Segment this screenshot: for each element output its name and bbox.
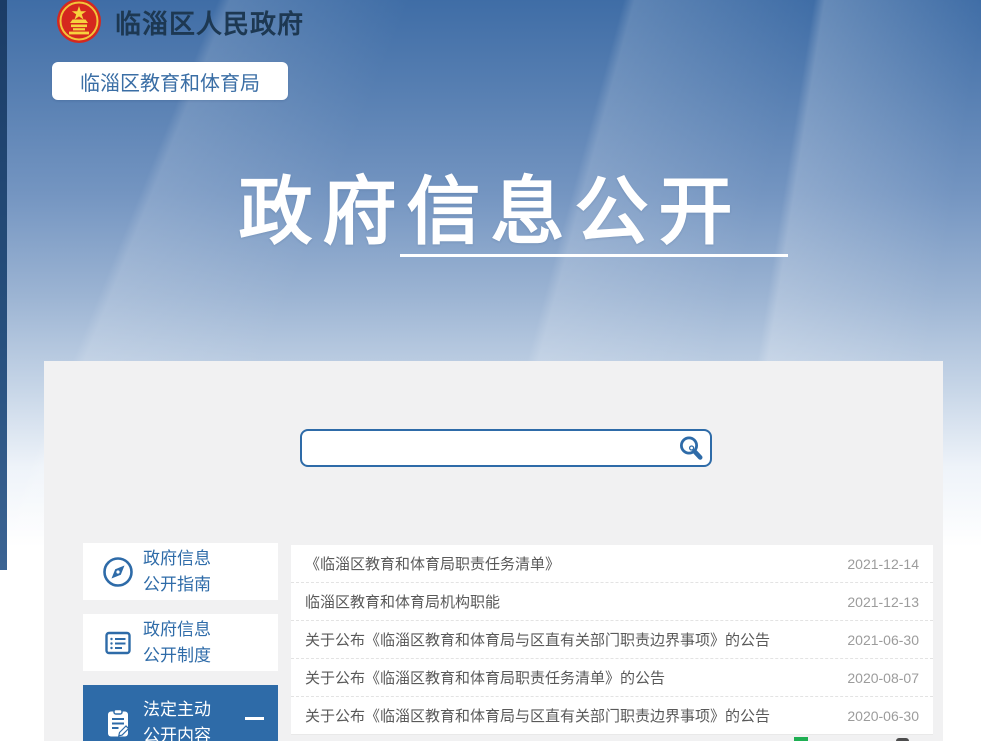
search-button[interactable] xyxy=(672,431,710,465)
sidebar-item-open-guide[interactable]: 政府信息 公开指南 xyxy=(83,543,278,600)
department-tab-label: 临淄区教育和体育局 xyxy=(80,67,260,96)
sidebar: 政府信息 公开指南 政府信息 公开制度 xyxy=(83,543,278,741)
site-name: 临淄区人民政府 xyxy=(115,4,304,41)
article-row[interactable]: 关于公布《临淄区教育和体育局与区直有关部门职责边界事项》的公告 2020-06-… xyxy=(291,697,933,734)
article-row[interactable]: 临淄区教育和体育局机构职能 2021-12-13 xyxy=(291,583,933,621)
search-input[interactable] xyxy=(302,431,672,465)
article-link[interactable]: 临淄区教育和体育局机构职能 xyxy=(305,591,831,612)
sidebar-item-label-line2: 公开指南 xyxy=(143,572,211,598)
department-tab[interactable]: 临淄区教育和体育局 xyxy=(52,62,288,100)
article-list: 《临淄区教育和体育局职责任务清单》 2021-12-14 临淄区教育和体育局机构… xyxy=(291,545,933,735)
sidebar-item-label-line1: 政府信息 xyxy=(143,617,211,643)
minus-icon xyxy=(245,717,264,720)
page: 临淄区人民政府 临淄区教育和体育局 政府信息公开 政府信息 xyxy=(0,0,981,741)
sidebar-item-label-line2: 公开内容 xyxy=(143,723,211,741)
article-link[interactable]: 关于公布《临淄区教育和体育局职责任务清单》的公告 xyxy=(305,667,831,688)
article-date: 2021-12-13 xyxy=(847,594,919,610)
article-date: 2021-12-14 xyxy=(847,556,919,572)
clipboard-pencil-icon xyxy=(100,705,136,741)
sidebar-item-label-line1: 政府信息 xyxy=(143,546,211,572)
article-link[interactable]: 关于公布《临淄区教育和体育局与区直有关部门职责边界事项》的公告 xyxy=(305,629,831,650)
article-row[interactable]: 关于公布《临淄区教育和体育局与区直有关部门职责边界事项》的公告 2021-06-… xyxy=(291,621,933,659)
search-bar xyxy=(300,429,712,467)
green-widget-icon[interactable] xyxy=(794,737,808,741)
sidebar-item-label-line1: 法定主动 xyxy=(143,697,211,723)
article-date: 2021-06-30 xyxy=(847,632,919,648)
article-row[interactable]: 关于公布《临淄区教育和体育局职责任务清单》的公告 2020-08-07 xyxy=(291,659,933,697)
article-row[interactable]: 《临淄区教育和体育局职责任务清单》 2021-12-14 xyxy=(291,545,933,583)
page-title: 政府信息公开 xyxy=(0,152,981,259)
article-link[interactable]: 关于公布《临淄区教育和体育局与区直有关部门职责边界事项》的公告 xyxy=(305,705,831,726)
document-lines-icon xyxy=(100,625,136,661)
site-logo-link[interactable]: 临淄区人民政府 xyxy=(55,0,304,50)
article-link[interactable]: 《临淄区教育和体育局职责任务清单》 xyxy=(305,553,831,574)
national-emblem-icon xyxy=(55,0,103,45)
sidebar-item-label-line2: 公开制度 xyxy=(143,643,211,669)
search-icon xyxy=(677,434,705,462)
title-underline xyxy=(400,254,788,257)
article-date: 2020-08-07 xyxy=(847,670,919,686)
sidebar-item-open-system[interactable]: 政府信息 公开制度 xyxy=(83,614,278,671)
left-edge-decoration xyxy=(0,0,7,570)
compass-icon xyxy=(100,554,136,590)
article-date: 2020-06-30 xyxy=(847,708,919,724)
sidebar-item-statutory-disclosure[interactable]: 法定主动 公开内容 xyxy=(83,685,278,741)
